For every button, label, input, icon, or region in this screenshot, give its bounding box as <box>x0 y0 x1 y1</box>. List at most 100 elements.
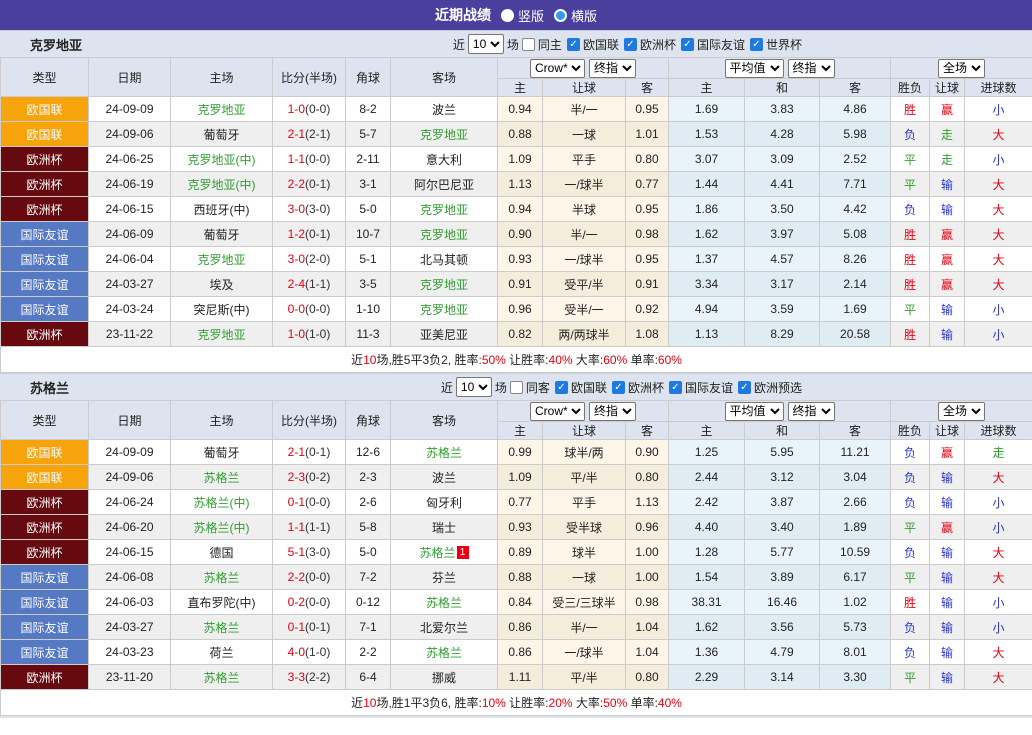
away-team-name: 波兰 <box>431 102 456 117</box>
league-checkbox-2[interactable]: ✓ <box>680 37 694 51</box>
score-cell: 0-2(0-0) <box>272 589 346 615</box>
handicap-away-odds: 1.04 <box>624 639 670 665</box>
home-team: 葡萄牙 <box>170 221 273 247</box>
recent-count-select[interactable]: 10 <box>455 377 492 397</box>
bookmaker-select[interactable]: Crow* <box>530 401 586 421</box>
away-team-name: 克罗地亚 <box>419 277 468 292</box>
match-type-badge: 欧洲杯 <box>0 146 89 172</box>
league-checkbox-0[interactable]: ✓ <box>566 37 580 51</box>
sub-handicap: 让球 <box>542 78 626 97</box>
home-team-name: 苏格兰(中) <box>193 520 250 535</box>
match-date: 24-06-04 <box>88 246 171 272</box>
league-checkbox-1[interactable]: ✓ <box>611 380 625 394</box>
bookmaker-group: Crow* 终指 <box>496 400 670 422</box>
bookmaker-select[interactable]: Crow* <box>530 58 586 78</box>
radio-selected-icon[interactable] <box>500 8 514 22</box>
avg-home-odds: 1.13 <box>668 321 746 347</box>
avg-away-odds: 1.89 <box>819 514 892 540</box>
radio-unselected-icon[interactable] <box>554 8 567 22</box>
match-date: 24-06-24 <box>88 489 171 515</box>
layout-radio-vertical[interactable]: 竖版 <box>500 6 544 25</box>
result-handicap: 输 <box>929 464 966 490</box>
team-section-croatia: 克罗地亚 近 10 场 同主 ✓ 欧国联 ✓ 欧洲杯 ✓ 国际友谊 ✓ 世界杯 <box>0 30 1032 373</box>
away-team-name: 苏格兰 <box>425 595 462 610</box>
avg-stage-select[interactable]: 终指 <box>787 58 835 78</box>
match-type-badge: 欧洲杯 <box>0 321 89 347</box>
fulltime-select[interactable]: 全场 <box>938 58 986 78</box>
match-date: 23-11-20 <box>88 664 171 690</box>
match-type-badge: 欧国联 <box>0 96 89 122</box>
sub-avg-away: 客 <box>819 421 892 440</box>
match-rows: 欧国联 24-09-09 葡萄牙 2-1(0-1) 12-6 苏格兰 0.99 球半/两 0.9… <box>0 439 1032 690</box>
corner-score: 5-0 <box>345 539 391 565</box>
avg-draw-odds: 5.95 <box>744 439 821 465</box>
summary-text: 近10场,胜1平3负6, 胜率:10% 让胜率:20% 大率:50% 单率:40… <box>0 689 1032 716</box>
avg-away-odds: 3.30 <box>819 664 892 690</box>
average-select[interactable]: 平均值 <box>724 58 784 78</box>
home-team: 葡萄牙 <box>170 439 273 465</box>
avg-away-odds: 10.59 <box>819 539 892 565</box>
home-team: 苏格兰 <box>170 614 273 640</box>
same-venue-checkbox[interactable] <box>521 37 535 51</box>
handicap-away-odds: 0.96 <box>624 514 670 540</box>
odds-stage-select[interactable]: 终指 <box>589 401 637 421</box>
result-handicap: 输 <box>929 171 966 197</box>
away-team-name: 波兰 <box>431 470 456 485</box>
avg-home-odds: 4.40 <box>668 514 746 540</box>
results-table: 类型 日期 主场 比分(半场) 角球 客场 Crow*终指 平均值终指 全场 <box>0 400 1032 716</box>
fulltime-select[interactable]: 全场 <box>938 401 986 421</box>
sub-home: 主 <box>497 78 543 97</box>
handicap-away-odds: 1.00 <box>624 539 670 565</box>
handicap-home-odds: 0.91 <box>497 271 543 297</box>
match-date: 24-09-09 <box>88 96 171 122</box>
result-goals: 小 <box>964 296 1032 322</box>
match-type-badge: 国际友谊 <box>0 564 89 590</box>
home-team: 苏格兰 <box>170 664 273 690</box>
avg-away-odds: 8.26 <box>819 246 892 272</box>
sub-away: 客 <box>624 421 670 440</box>
match-row: 国际友谊 24-03-27 苏格兰 0-1(0-1) 7-1 北爱尔兰 0.86 半/一 1.0… <box>0 614 1032 640</box>
match-date: 24-03-24 <box>88 296 171 322</box>
avg-draw-odds: 3.59 <box>744 296 821 322</box>
radio-label-horizontal: 横版 <box>571 8 598 24</box>
avg-away-odds: 4.42 <box>819 196 892 222</box>
avg-draw-odds: 3.97 <box>744 221 821 247</box>
handicap-line: 半/一 <box>542 96 626 122</box>
handicap-away-odds: 0.92 <box>624 296 670 322</box>
league-checkbox-0[interactable]: ✓ <box>554 380 568 394</box>
recent-count-select[interactable]: 10 <box>467 34 504 54</box>
same-venue-checkbox[interactable] <box>509 380 523 394</box>
avg-stage-select[interactable]: 终指 <box>787 401 835 421</box>
league-checkbox-3[interactable]: ✓ <box>749 37 763 51</box>
corner-score: 3-1 <box>345 171 391 197</box>
odds-stage-select[interactable]: 终指 <box>589 58 637 78</box>
col-score: 比分(半场) <box>272 57 346 97</box>
summary-segment: 50% <box>603 696 628 710</box>
average-select[interactable]: 平均值 <box>724 401 784 421</box>
league-checkbox-3[interactable]: ✓ <box>737 380 751 394</box>
avg-away-odds: 8.01 <box>819 639 892 665</box>
corner-score: 5-7 <box>345 121 391 147</box>
league-label-1: 欧洲杯 <box>627 380 664 395</box>
section-bar: 苏格兰 近 10 场 同客 ✓ 欧国联 ✓ 欧洲杯 ✓ 国际友谊 ✓ 欧洲预选 <box>0 373 1032 400</box>
avg-away-odds: 2.52 <box>819 146 892 172</box>
handicap-line: 受半/一 <box>542 296 626 322</box>
avg-draw-odds: 8.29 <box>744 321 821 347</box>
col-home: 主场 <box>170 57 273 97</box>
home-team-name: 克罗地亚(中) <box>187 152 256 167</box>
league-checkbox-1[interactable]: ✓ <box>623 37 637 51</box>
layout-radio-horizontal[interactable]: 横版 <box>554 6 597 25</box>
match-row: 欧洲杯 23-11-22 克罗地亚 1-0(1-0) 11-3 亚美尼亚 0.82 两/两球半… <box>0 321 1032 347</box>
match-row: 国际友谊 24-03-27 埃及 2-4(1-1) 3-5 克罗地亚 0.91 受平/半 0.9… <box>0 271 1032 297</box>
score-cell: 1-0(1-0) <box>272 321 346 347</box>
home-team: 西班牙(中) <box>170 196 273 222</box>
away-team: 挪威 <box>390 664 498 690</box>
score-cell: 2-2(0-0) <box>272 564 346 590</box>
avg-draw-odds: 3.12 <box>744 464 821 490</box>
league-checkbox-2[interactable]: ✓ <box>668 380 682 394</box>
result-goals: 大 <box>964 464 1032 490</box>
avg-home-odds: 1.54 <box>668 564 746 590</box>
team-name: 克罗地亚 <box>30 37 83 53</box>
result-handicap: 输 <box>929 489 966 515</box>
match-type-badge: 国际友谊 <box>0 614 89 640</box>
